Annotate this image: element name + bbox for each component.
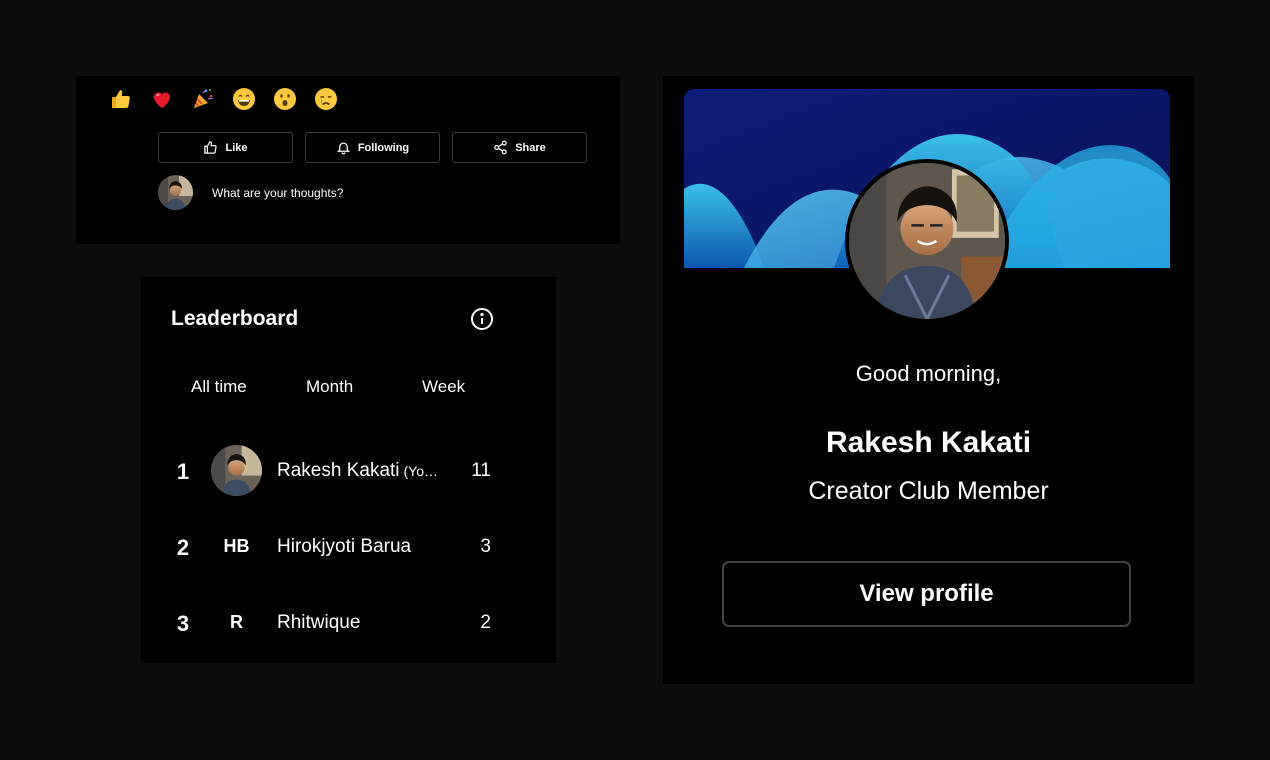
- tab-month[interactable]: Month: [306, 377, 353, 397]
- following-button[interactable]: Following: [305, 132, 440, 163]
- avatar-initials: R: [230, 612, 243, 632]
- bell-icon: [336, 142, 350, 155]
- comment-composer: What are your thoughts?: [158, 175, 343, 210]
- score: 2: [480, 612, 491, 633]
- you-tag: (Yo…: [403, 463, 439, 479]
- following-label: Following: [357, 141, 410, 154]
- share-icon: [494, 140, 507, 155]
- leaderboard-row[interactable]: 2 HB Hirokjyoti Barua 3: [141, 521, 556, 573]
- member-name[interactable]: Rhitwique: [277, 612, 360, 634]
- post-action-buttons: Like Following Share: [158, 132, 587, 163]
- heart-icon[interactable]: [149, 86, 175, 112]
- profile-name: Rakesh Kakati: [825, 426, 1032, 459]
- leaderboard-panel: Leaderboard All time Month Week 1 Rakesh…: [141, 277, 556, 663]
- avatar: [211, 445, 262, 496]
- leaderboard-title: Leaderboard: [171, 307, 299, 330]
- share-label: Share: [515, 141, 546, 154]
- share-button[interactable]: Share: [452, 132, 587, 163]
- surprised-face-icon[interactable]: [272, 86, 298, 112]
- thumbs-up-icon[interactable]: [108, 86, 134, 112]
- party-popper-icon[interactable]: [190, 86, 216, 112]
- member-name[interactable]: Hirokjyoti Barua: [277, 536, 411, 558]
- grinning-face-icon[interactable]: [231, 86, 257, 112]
- greeting-text: Good morning,: [855, 361, 1002, 386]
- crying-face-icon[interactable]: [313, 86, 339, 112]
- rank: 1: [176, 459, 190, 484]
- leaderboard-row[interactable]: 3 R Rhitwique 2: [141, 597, 556, 649]
- member-name-text: Rakesh Kakati: [277, 460, 400, 481]
- rank: 2: [176, 535, 190, 560]
- like-button[interactable]: Like: [158, 132, 293, 163]
- thumbs-up-outline-icon: [204, 141, 218, 154]
- rank: 3: [176, 611, 190, 636]
- member-name[interactable]: Rakesh Kakati (Yo…: [277, 460, 438, 482]
- leaderboard-row[interactable]: 1 Rakesh Kakati (Yo… 11: [141, 445, 556, 497]
- like-label: Like: [225, 141, 248, 154]
- membership-label: Creator Club Member: [808, 477, 1049, 505]
- profile-avatar[interactable]: [845, 159, 1009, 323]
- profile-card: Good morning, Rakesh Kakati Creator Club…: [663, 76, 1194, 684]
- score: 3: [480, 536, 491, 557]
- post-actions-panel: Like Following Share What are your thoug…: [76, 76, 620, 244]
- reaction-bar: [108, 86, 339, 112]
- score: 11: [471, 460, 491, 481]
- avatar-initials: HB: [223, 536, 250, 556]
- view-profile-button[interactable]: View profile: [722, 561, 1131, 627]
- info-icon[interactable]: [470, 307, 494, 331]
- comment-input[interactable]: What are your thoughts?: [212, 186, 343, 200]
- tab-all-time[interactable]: All time: [191, 377, 247, 397]
- avatar: [158, 175, 193, 210]
- tab-week[interactable]: Week: [422, 377, 465, 397]
